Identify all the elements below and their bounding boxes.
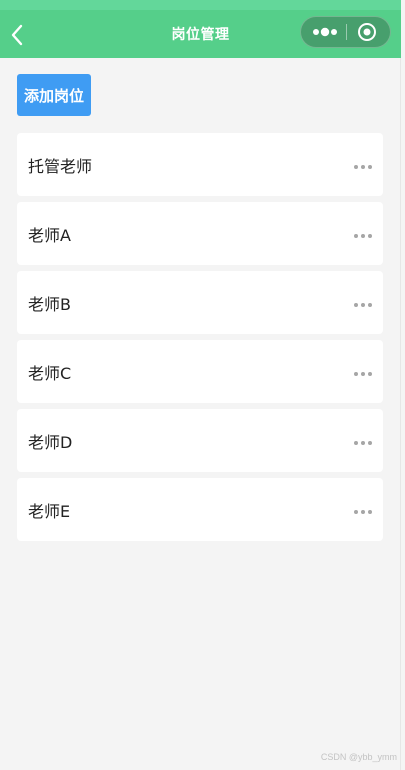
add-position-button[interactable]: 添加岗位 <box>17 74 91 116</box>
position-name: 老师E <box>28 502 71 521</box>
position-name: 老师D <box>28 433 73 452</box>
position-card[interactable]: 老师E <box>17 478 383 541</box>
ellipsis-icon <box>354 165 372 169</box>
capsule-close-button[interactable] <box>356 21 378 43</box>
capsule-more-button[interactable] <box>309 17 345 47</box>
watermark: CSDN @ybb_ymm <box>320 752 397 762</box>
more-options-button[interactable] <box>353 434 373 446</box>
app-page: 岗位管理 添加岗位 托管老师老师A 老师B 老师C 老师D 老师E CSDN @ybb_… <box>0 0 401 770</box>
more-options-button[interactable] <box>353 503 373 515</box>
ellipsis-icon <box>354 303 372 307</box>
position-card[interactable]: 老师B <box>17 271 383 334</box>
position-name: 老师C <box>28 364 72 383</box>
more-options-button[interactable] <box>353 158 373 170</box>
position-name: 老师B <box>28 295 71 314</box>
ellipsis-icon <box>354 234 372 238</box>
capsule-divider <box>346 24 347 40</box>
position-list: 托管老师老师A 老师B 老师C 老师D 老师E <box>17 133 383 547</box>
more-dots-icon <box>313 27 337 37</box>
navigation-bar: 岗位管理 <box>0 10 401 58</box>
more-options-button[interactable] <box>353 296 373 308</box>
status-bar <box>0 0 401 10</box>
more-options-button[interactable] <box>353 227 373 239</box>
target-circle-icon <box>358 23 376 41</box>
position-name: 老师A <box>28 226 71 245</box>
position-name: 托管老师 <box>28 157 93 176</box>
ellipsis-icon <box>354 372 372 376</box>
more-options-button[interactable] <box>353 365 373 377</box>
position-card[interactable]: 老师D <box>17 409 383 472</box>
position-card[interactable]: 老师A <box>17 202 383 265</box>
ellipsis-icon <box>354 510 372 514</box>
position-card[interactable]: 托管老师 <box>17 133 383 196</box>
mini-program-capsule <box>300 16 391 48</box>
ellipsis-icon <box>354 441 372 445</box>
position-card[interactable]: 老师C <box>17 340 383 403</box>
